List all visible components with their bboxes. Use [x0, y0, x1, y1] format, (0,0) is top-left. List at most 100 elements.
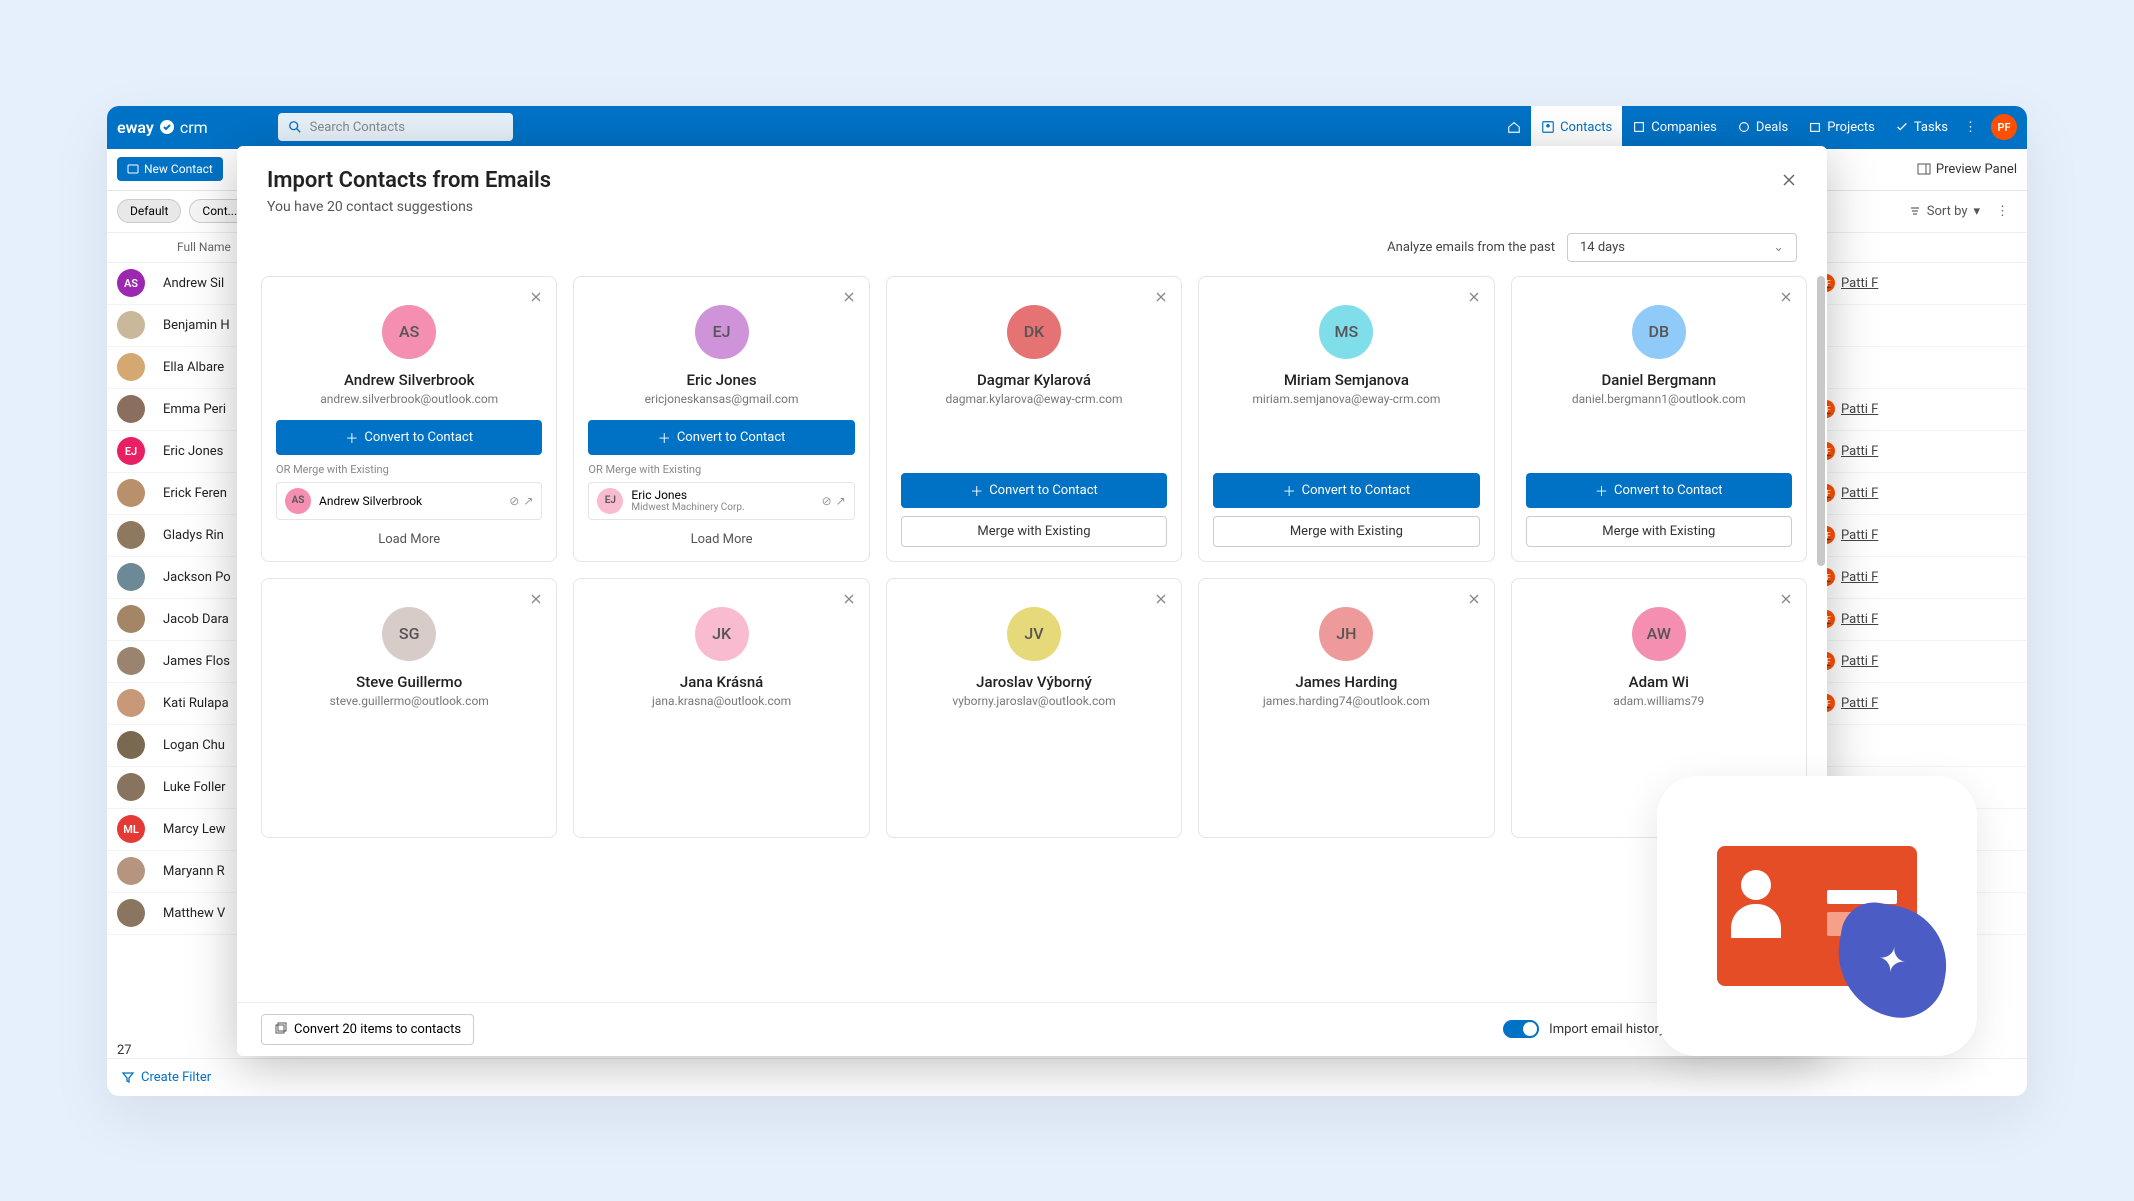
merge-suggestion[interactable]: AS Andrew Silverbrook ⊘↗ [276, 482, 542, 520]
owner-cell[interactable]: PFPatti F [1817, 568, 2017, 586]
card-name: Dagmar Kylarová [977, 371, 1091, 389]
convert-button[interactable]: ＋Convert to Contact [1526, 473, 1792, 508]
open-icon[interactable]: ↗ [523, 494, 533, 508]
owner-cell[interactable]: PFPatti F [1817, 652, 2017, 670]
more-button[interactable]: ⋮ [1988, 204, 2017, 219]
preview-panel-button[interactable]: Preview Panel [1917, 162, 2017, 177]
merge-button[interactable]: Merge with Existing [1526, 516, 1792, 547]
logo: eway crm [117, 118, 208, 137]
owner-name: Patti F [1841, 486, 1878, 501]
nav-projects[interactable]: Projects [1798, 106, 1885, 149]
card-name: Jaroslav Výborný [976, 673, 1092, 691]
convert-all-button[interactable]: Convert 20 items to contacts [261, 1014, 474, 1045]
owner-cell[interactable]: PFPatti F [1817, 274, 2017, 292]
dismiss-button[interactable] [1151, 287, 1171, 307]
merge-actions: ⊘↗ [822, 494, 846, 508]
dismiss-button[interactable] [839, 589, 859, 609]
merge-suggestion[interactable]: EJ Eric JonesMidwest Machinery Corp. ⊘↗ [588, 482, 854, 520]
link-icon[interactable]: ⊘ [509, 494, 519, 508]
merge-button[interactable]: Merge with Existing [901, 516, 1167, 547]
nav-more[interactable]: ⋮ [1958, 106, 1983, 149]
row-avatar: AS [117, 269, 145, 297]
card-email: dagmar.kylarova@eway-crm.com [945, 392, 1122, 406]
dismiss-button[interactable] [526, 589, 546, 609]
convert-all-icon [274, 1022, 288, 1036]
card-avatar: JH [1319, 607, 1373, 661]
search-icon [288, 120, 302, 134]
card-name: Steve Guillermo [356, 673, 462, 691]
owner-cell[interactable]: PFPatti F [1817, 694, 2017, 712]
convert-button[interactable]: ＋Convert to Contact [588, 420, 854, 455]
suggestion-card: JK Jana Krásná jana.krasna@outlook.com [573, 578, 869, 838]
modal-filter: Analyze emails from the past 14 days ⌄ [237, 225, 1827, 276]
convert-button[interactable]: ＋Convert to Contact [276, 420, 542, 455]
plus-icon: ＋ [658, 428, 671, 447]
card-avatar: JK [695, 607, 749, 661]
close-button[interactable] [1775, 166, 1803, 194]
dismiss-button[interactable] [526, 287, 546, 307]
scrollbar-thumb[interactable] [1817, 276, 1825, 566]
card-avatar: DK [1007, 305, 1061, 359]
top-bar: eway crm Search Contacts Contacts Compan… [107, 106, 2027, 149]
user-avatar[interactable]: PF [1991, 114, 2017, 140]
modal-footer: Convert 20 items to contacts Import emai… [237, 1002, 1827, 1056]
convert-label: Convert to Contact [1302, 483, 1411, 498]
row-avatar [117, 353, 145, 381]
dismiss-button[interactable] [839, 287, 859, 307]
nav-deals[interactable]: Deals [1727, 106, 1798, 149]
create-filter-label: Create Filter [141, 1070, 211, 1085]
link-icon[interactable]: ⊘ [822, 494, 832, 508]
preview-panel-label: Preview Panel [1936, 162, 2017, 177]
cards-scroll[interactable]: AS Andrew Silverbrook andrew.silverbrook… [237, 276, 1827, 1002]
load-more-button[interactable]: Load More [378, 532, 440, 547]
card-avatar: AS [382, 305, 436, 359]
merge-button[interactable]: Merge with Existing [1213, 516, 1479, 547]
suggestion-card: JH James Harding james.harding74@outlook… [1198, 578, 1494, 838]
convert-button[interactable]: ＋Convert to Contact [901, 473, 1167, 508]
new-contact-button[interactable]: New Contact [117, 157, 223, 181]
import-history-toggle[interactable] [1503, 1020, 1539, 1038]
card-email: jana.krasna@outlook.com [652, 694, 791, 708]
owner-cell[interactable]: PFPatti F [1817, 610, 2017, 628]
card-name: Miriam Semjanova [1284, 371, 1409, 389]
search-input[interactable]: Search Contacts [278, 113, 513, 141]
dismiss-button[interactable] [1464, 287, 1484, 307]
contact-card-icon: ✦ [1717, 846, 1917, 986]
nav-tasks[interactable]: Tasks [1885, 106, 1958, 149]
card-email: james.harding74@outlook.com [1263, 694, 1430, 708]
nav-home[interactable] [1497, 106, 1531, 149]
card-email: steve.guillermo@outlook.com [330, 694, 489, 708]
dismiss-button[interactable] [1151, 589, 1171, 609]
nav-tasks-label: Tasks [1914, 120, 1948, 135]
row-avatar [117, 605, 145, 633]
period-select[interactable]: 14 days ⌄ [1567, 233, 1797, 262]
create-filter-button[interactable]: Create Filter [121, 1070, 211, 1085]
plus-icon: ＋ [1595, 481, 1608, 500]
open-icon[interactable]: ↗ [836, 494, 846, 508]
dismiss-button[interactable] [1776, 287, 1796, 307]
merge-label: OR Merge with Existing [588, 463, 701, 476]
card-name: Jana Krásná [680, 673, 763, 691]
convert-button[interactable]: ＋Convert to Contact [1213, 473, 1479, 508]
dismiss-button[interactable] [1776, 589, 1796, 609]
load-more-button[interactable]: Load More [691, 532, 753, 547]
chip-default[interactable]: Default [117, 199, 181, 223]
card-email: adam.williams79 [1613, 694, 1704, 708]
owner-cell[interactable]: PFPatti F [1817, 400, 2017, 418]
merge-label: OR Merge with Existing [276, 463, 389, 476]
logo-icon [159, 119, 175, 135]
owner-cell[interactable]: PFPatti F [1817, 484, 2017, 502]
owner-cell[interactable]: PFPatti F [1817, 526, 2017, 544]
row-avatar [117, 899, 145, 927]
chevron-down-icon: ▾ [1973, 204, 1980, 219]
owner-cell[interactable]: PFPatti F [1817, 442, 2017, 460]
card-email: andrew.silverbrook@outlook.com [320, 392, 498, 406]
merge-actions: ⊘↗ [509, 494, 533, 508]
nav-contacts[interactable]: Contacts [1531, 106, 1622, 149]
sort-by-button[interactable]: Sort by ▾ [1909, 204, 1980, 219]
import-contacts-modal: Import Contacts from Emails You have 20 … [237, 146, 1827, 1056]
dismiss-button[interactable] [1464, 589, 1484, 609]
row-avatar [117, 689, 145, 717]
card-name: Eric Jones [687, 371, 757, 389]
nav-companies[interactable]: Companies [1622, 106, 1727, 149]
